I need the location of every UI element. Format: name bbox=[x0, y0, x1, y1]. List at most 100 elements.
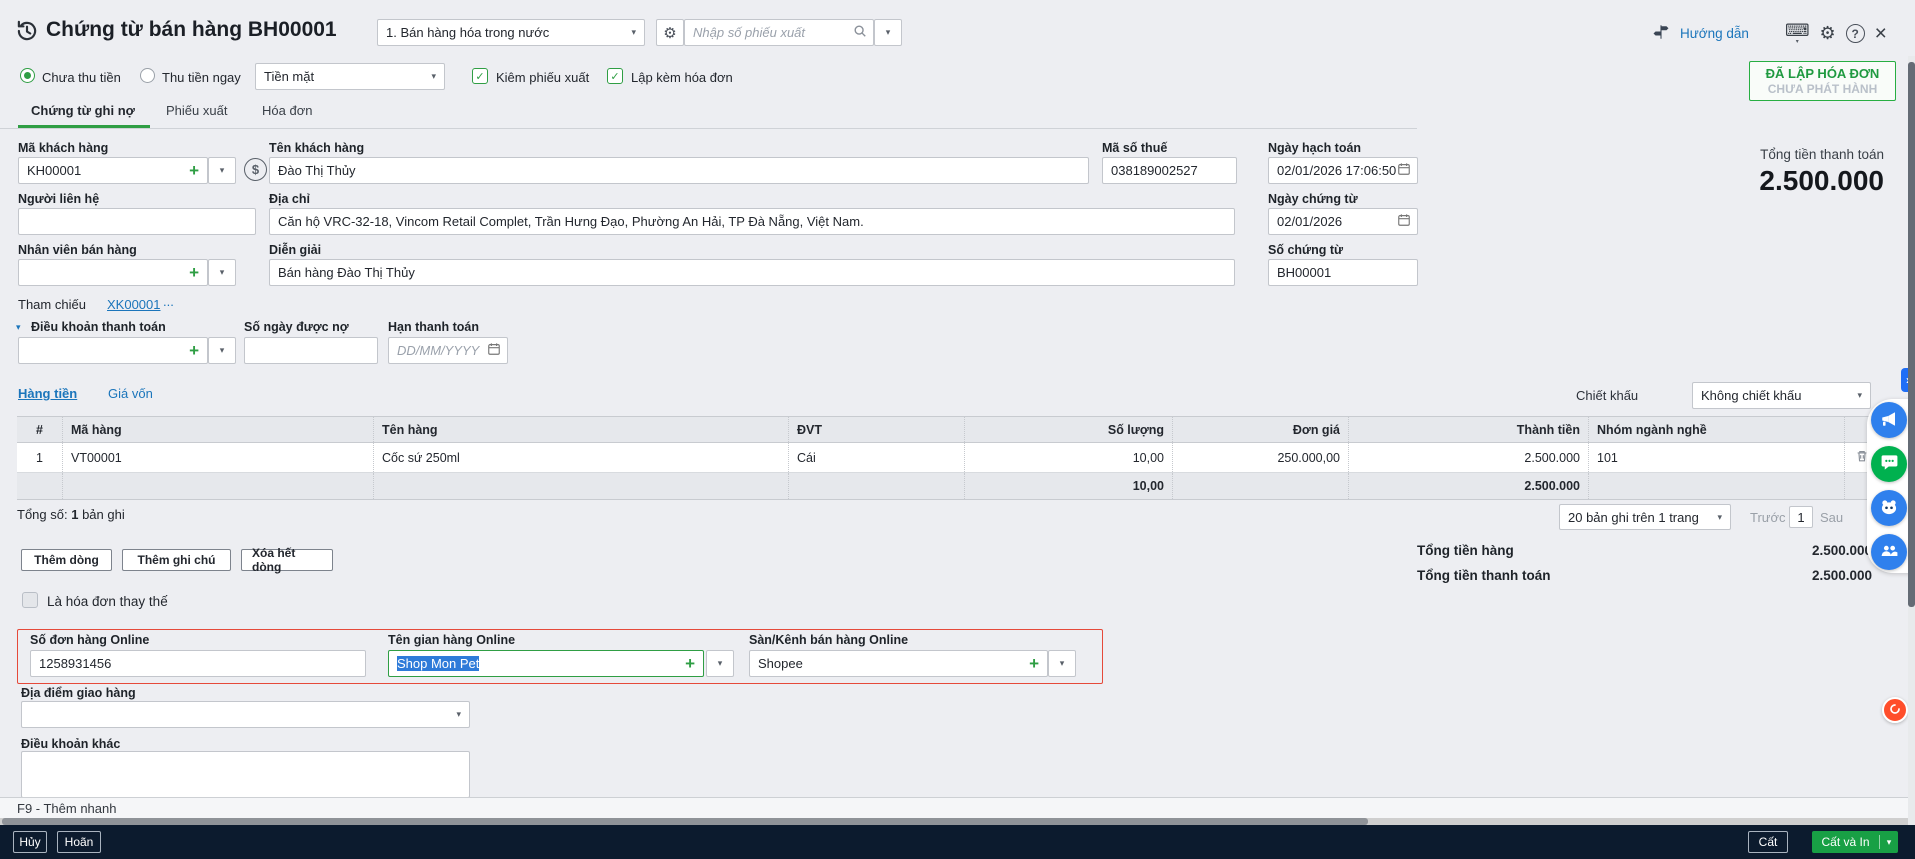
tab-export-slip[interactable]: Phiếu xuất bbox=[166, 103, 227, 118]
tab-invoice[interactable]: Hóa đơn bbox=[262, 103, 312, 118]
delivery-location-select[interactable]: ▾ bbox=[21, 701, 470, 728]
collapse-icon[interactable]: ▾ bbox=[16, 322, 21, 333]
announcement-button[interactable] bbox=[1871, 402, 1907, 438]
vertical-scrollbar-thumb[interactable] bbox=[1908, 62, 1915, 607]
reference-link[interactable]: XK00001 bbox=[107, 297, 161, 312]
add-icon[interactable]: + bbox=[189, 162, 199, 179]
cancel-button[interactable]: Hủy bbox=[13, 831, 47, 853]
customer-code-dropdown-button[interactable]: ▾ bbox=[208, 157, 236, 184]
online-order-no-input[interactable] bbox=[30, 650, 366, 677]
col-header-index[interactable]: # bbox=[17, 417, 62, 442]
save-and-print-button[interactable]: Cất và In bbox=[1812, 835, 1879, 849]
online-shop-dropdown-button[interactable]: ▾ bbox=[706, 650, 734, 677]
customer-debt-icon[interactable]: $ bbox=[244, 158, 267, 181]
online-shop-combo[interactable]: Shop Mon Pet + bbox=[388, 650, 704, 677]
salesperson-combo[interactable]: + bbox=[18, 259, 208, 286]
radio-collect-now[interactable] bbox=[140, 68, 155, 83]
subtab-goods[interactable]: Hàng tiền bbox=[18, 386, 77, 401]
col-header-unit[interactable]: ĐVT bbox=[788, 417, 964, 442]
cell-qty[interactable]: 10,00 bbox=[964, 443, 1172, 472]
guide-link[interactable]: Hướng dẫn bbox=[1680, 26, 1749, 41]
salesperson-dropdown-button[interactable]: ▾ bbox=[208, 259, 236, 286]
col-header-amount[interactable]: Thành tiền bbox=[1348, 417, 1588, 442]
cell-code[interactable]: VT00001 bbox=[62, 443, 373, 472]
online-channel-combo[interactable]: Shopee + bbox=[749, 650, 1048, 677]
payment-terms-dropdown-button[interactable]: ▾ bbox=[208, 337, 236, 364]
close-button[interactable]: × bbox=[1875, 23, 1887, 44]
add-note-button[interactable]: Thêm ghi chú bbox=[122, 549, 231, 571]
other-terms-textarea[interactable] bbox=[21, 751, 470, 798]
assistant-bot-button[interactable] bbox=[1871, 490, 1907, 526]
reference-more-link[interactable]: ... bbox=[163, 294, 174, 309]
col-header-price[interactable]: Đơn giá bbox=[1172, 417, 1348, 442]
payment-method-select[interactable]: Tiền mặt ▾ bbox=[255, 63, 445, 90]
add-icon[interactable]: + bbox=[189, 264, 199, 281]
prev-page-button[interactable]: Trước bbox=[1750, 510, 1786, 525]
calendar-icon[interactable] bbox=[1397, 213, 1411, 230]
add-icon[interactable]: + bbox=[685, 655, 695, 672]
tab-debit-note[interactable]: Chứng từ ghi nợ bbox=[31, 103, 135, 118]
replace-invoice-checkbox[interactable] bbox=[22, 592, 38, 608]
support-widget-button[interactable] bbox=[1882, 697, 1908, 723]
horizontal-scrollbar[interactable] bbox=[0, 818, 1915, 825]
customer-code-combo[interactable]: KH00001 + bbox=[18, 157, 208, 184]
col-header-qty[interactable]: Số lượng bbox=[964, 417, 1172, 442]
export-slip-checkbox[interactable]: ✓ bbox=[472, 68, 488, 84]
doc-type-select[interactable]: 1. Bán hàng hóa trong nước ▾ bbox=[377, 19, 645, 46]
address-input[interactable] bbox=[269, 208, 1235, 235]
discount-select[interactable]: Không chiết khấu ▾ bbox=[1692, 382, 1871, 409]
cell-group[interactable]: 101 bbox=[1588, 443, 1844, 472]
search-settings-button[interactable]: ⚙ bbox=[656, 19, 684, 46]
save-print-dropdown-button[interactable]: ▾ bbox=[1880, 837, 1898, 848]
sales-document-window: Chứng từ bán hàng BH00001 1. Bán hàng hó… bbox=[0, 0, 1915, 859]
col-header-name[interactable]: Tên hàng bbox=[373, 417, 788, 442]
horizontal-scrollbar-thumb[interactable] bbox=[2, 818, 1368, 825]
contact-input[interactable] bbox=[18, 208, 256, 235]
help-button[interactable]: ? bbox=[1845, 24, 1865, 43]
page-number-input[interactable] bbox=[1789, 506, 1813, 528]
add-icon[interactable]: + bbox=[1029, 655, 1039, 672]
history-icon[interactable] bbox=[14, 18, 40, 47]
tax-code-input[interactable] bbox=[1102, 157, 1237, 184]
calendar-icon[interactable] bbox=[1397, 162, 1411, 179]
shortcut-keyboard-button[interactable]: ⌨ ▾ bbox=[1785, 22, 1810, 45]
calendar-icon[interactable] bbox=[487, 342, 501, 359]
cell-amount[interactable]: 2.500.000 bbox=[1348, 443, 1588, 472]
doc-date-input[interactable]: 02/01/2026 bbox=[1268, 208, 1418, 235]
quick-add-bar[interactable]: F9 - Thêm nhanh bbox=[0, 797, 1915, 818]
radio-not-collected[interactable] bbox=[20, 68, 35, 83]
add-row-button[interactable]: Thêm dòng bbox=[21, 549, 112, 571]
postpone-button[interactable]: Hoãn bbox=[57, 831, 101, 853]
delete-all-rows-button[interactable]: Xóa hết dòng bbox=[241, 546, 333, 574]
with-invoice-checkbox[interactable]: ✓ bbox=[607, 68, 623, 84]
debt-days-input[interactable] bbox=[244, 337, 378, 364]
search-input[interactable] bbox=[693, 21, 843, 44]
posting-date-input[interactable]: 02/01/2026 17:06:50 bbox=[1268, 157, 1418, 184]
online-channel-dropdown-button[interactable]: ▾ bbox=[1048, 650, 1076, 677]
search-voucher-box[interactable] bbox=[684, 19, 874, 46]
description-input[interactable] bbox=[269, 259, 1235, 286]
community-button[interactable] bbox=[1871, 534, 1907, 570]
next-page-button[interactable]: Sau bbox=[1820, 510, 1843, 525]
save-button[interactable]: Cất bbox=[1748, 831, 1788, 853]
cell-price[interactable]: 250.000,00 bbox=[1172, 443, 1348, 472]
vertical-scrollbar[interactable] bbox=[1908, 56, 1915, 825]
table-row[interactable]: 1 VT00001 Cốc sứ 250ml Cái 10,00 250.000… bbox=[17, 443, 1878, 473]
subtab-cost[interactable]: Giá vốn bbox=[108, 386, 153, 401]
chat-support-button[interactable] bbox=[1871, 446, 1907, 482]
customer-name-input[interactable] bbox=[269, 157, 1089, 184]
page-size-select[interactable]: 20 bản ghi trên 1 trang ▾ bbox=[1559, 504, 1731, 530]
total-payment-value: 2.500.000 bbox=[1811, 568, 1872, 583]
cell-unit[interactable]: Cái bbox=[788, 443, 964, 472]
payment-terms-combo[interactable]: + bbox=[18, 337, 208, 364]
settings-button[interactable]: ⚙ bbox=[1819, 23, 1835, 44]
record-count-number: 1 bbox=[71, 507, 79, 522]
col-header-code[interactable]: Mã hàng bbox=[62, 417, 373, 442]
cell-name[interactable]: Cốc sứ 250ml bbox=[373, 443, 788, 472]
doc-no-input[interactable] bbox=[1268, 259, 1418, 286]
cell-index[interactable]: 1 bbox=[17, 443, 62, 472]
search-dropdown-button[interactable]: ▾ bbox=[874, 19, 902, 46]
add-icon[interactable]: + bbox=[189, 342, 199, 359]
due-date-input[interactable]: DD/MM/YYYY bbox=[388, 337, 508, 364]
col-header-group[interactable]: Nhóm ngành nghề bbox=[1588, 417, 1844, 442]
